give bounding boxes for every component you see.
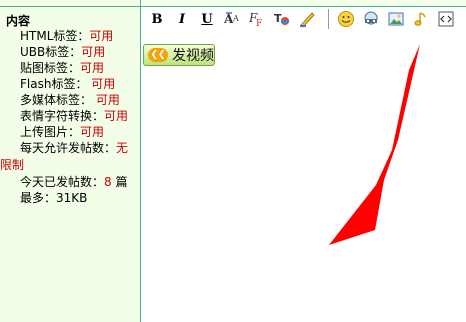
annotation-arrow (329, 44, 420, 245)
